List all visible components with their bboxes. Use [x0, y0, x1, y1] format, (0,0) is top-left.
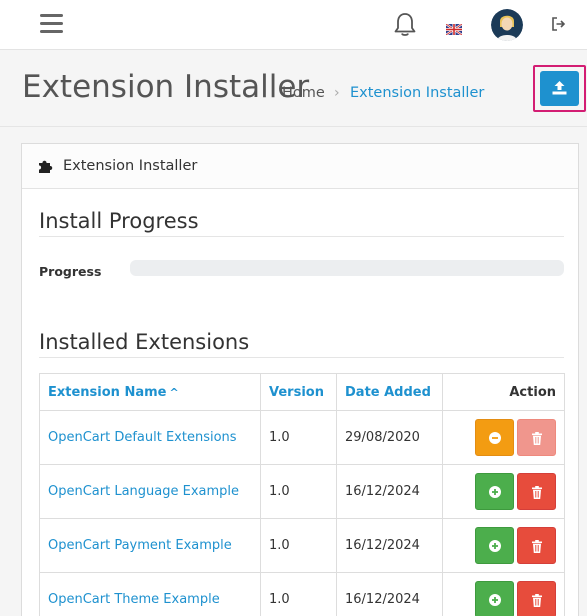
section-divider [39, 357, 564, 358]
extension-date-added: 29/08/2020 [336, 410, 443, 465]
header-divider [0, 126, 587, 127]
delete-button[interactable] [517, 527, 556, 564]
uk-flag-icon[interactable] [445, 20, 463, 36]
install-button[interactable] [475, 473, 514, 510]
sign-out-icon[interactable] [550, 16, 566, 32]
uninstall-button[interactable] [475, 419, 514, 456]
column-header-version[interactable]: Version [260, 373, 337, 411]
extension-date-added: 16/12/2024 [336, 464, 443, 519]
delete-button[interactable] [517, 581, 556, 616]
plus-circle-icon [489, 540, 501, 552]
breadcrumb-extension-installer[interactable]: Extension Installer [350, 85, 484, 101]
sort-ascending-icon: ^ [169, 385, 179, 399]
puzzle-piece-icon [38, 159, 53, 174]
column-header-extension-name[interactable]: Extension Name ^ [39, 373, 261, 411]
progress-bar [130, 260, 564, 276]
table-row: OpenCart Language Example 1.0 16/12/2024 [39, 464, 565, 519]
trash-icon [532, 486, 542, 499]
extension-date-added: 16/12/2024 [336, 572, 443, 616]
breadcrumb-home[interactable]: Home [282, 85, 325, 101]
top-header [0, 0, 587, 50]
user-avatar[interactable] [491, 9, 523, 41]
trash-icon [532, 594, 542, 607]
plus-circle-icon [489, 594, 501, 606]
extension-name-link[interactable]: OpenCart Theme Example [39, 572, 261, 616]
column-header-action: Action [442, 373, 565, 411]
minus-circle-icon [489, 432, 501, 444]
row-actions [442, 410, 565, 465]
install-button[interactable] [475, 581, 514, 616]
section-divider [39, 236, 564, 237]
upload-icon [552, 81, 567, 95]
extension-date-added: 16/12/2024 [336, 518, 443, 573]
row-actions [442, 464, 565, 519]
breadcrumb-separator: › [334, 85, 340, 101]
panel-heading-title: Extension Installer [63, 158, 198, 174]
progress-label: Progress [39, 264, 102, 279]
install-button[interactable] [475, 527, 514, 564]
extension-installer-panel: Extension Installer Install Progress Pro… [21, 143, 579, 616]
row-actions [442, 518, 565, 573]
column-header-date-added[interactable]: Date Added [336, 373, 443, 411]
upload-button[interactable] [540, 71, 579, 106]
extension-version: 1.0 [260, 410, 337, 465]
trash-icon [532, 540, 542, 553]
delete-button[interactable] [517, 473, 556, 510]
table-row: OpenCart Default Extensions 1.0 29/08/20… [39, 410, 565, 465]
panel-heading: Extension Installer [22, 144, 578, 189]
installed-extensions-title: Installed Extensions [39, 330, 250, 354]
table-header-row: Extension Name ^ Version Date Added Actio… [39, 373, 565, 411]
extension-version: 1.0 [260, 518, 337, 573]
extension-name-link[interactable]: OpenCart Default Extensions [39, 410, 261, 465]
row-actions [442, 572, 565, 616]
delete-button [517, 419, 556, 456]
extension-version: 1.0 [260, 464, 337, 519]
table-row: OpenCart Theme Example 1.0 16/12/2024 [39, 572, 565, 616]
plus-circle-icon [489, 486, 501, 498]
trash-icon [532, 432, 542, 445]
hamburger-menu-icon[interactable] [40, 14, 63, 34]
bell-icon[interactable] [393, 12, 417, 38]
page-title: Extension Installer [22, 69, 310, 105]
table-row: OpenCart Payment Example 1.0 16/12/2024 [39, 518, 565, 573]
extension-name-link[interactable]: OpenCart Language Example [39, 464, 261, 519]
installed-extensions-table: Extension Name ^ Version Date Added Actio… [39, 373, 565, 616]
install-progress-title: Install Progress [39, 209, 199, 233]
extension-version: 1.0 [260, 572, 337, 616]
extension-name-link[interactable]: OpenCart Payment Example [39, 518, 261, 573]
